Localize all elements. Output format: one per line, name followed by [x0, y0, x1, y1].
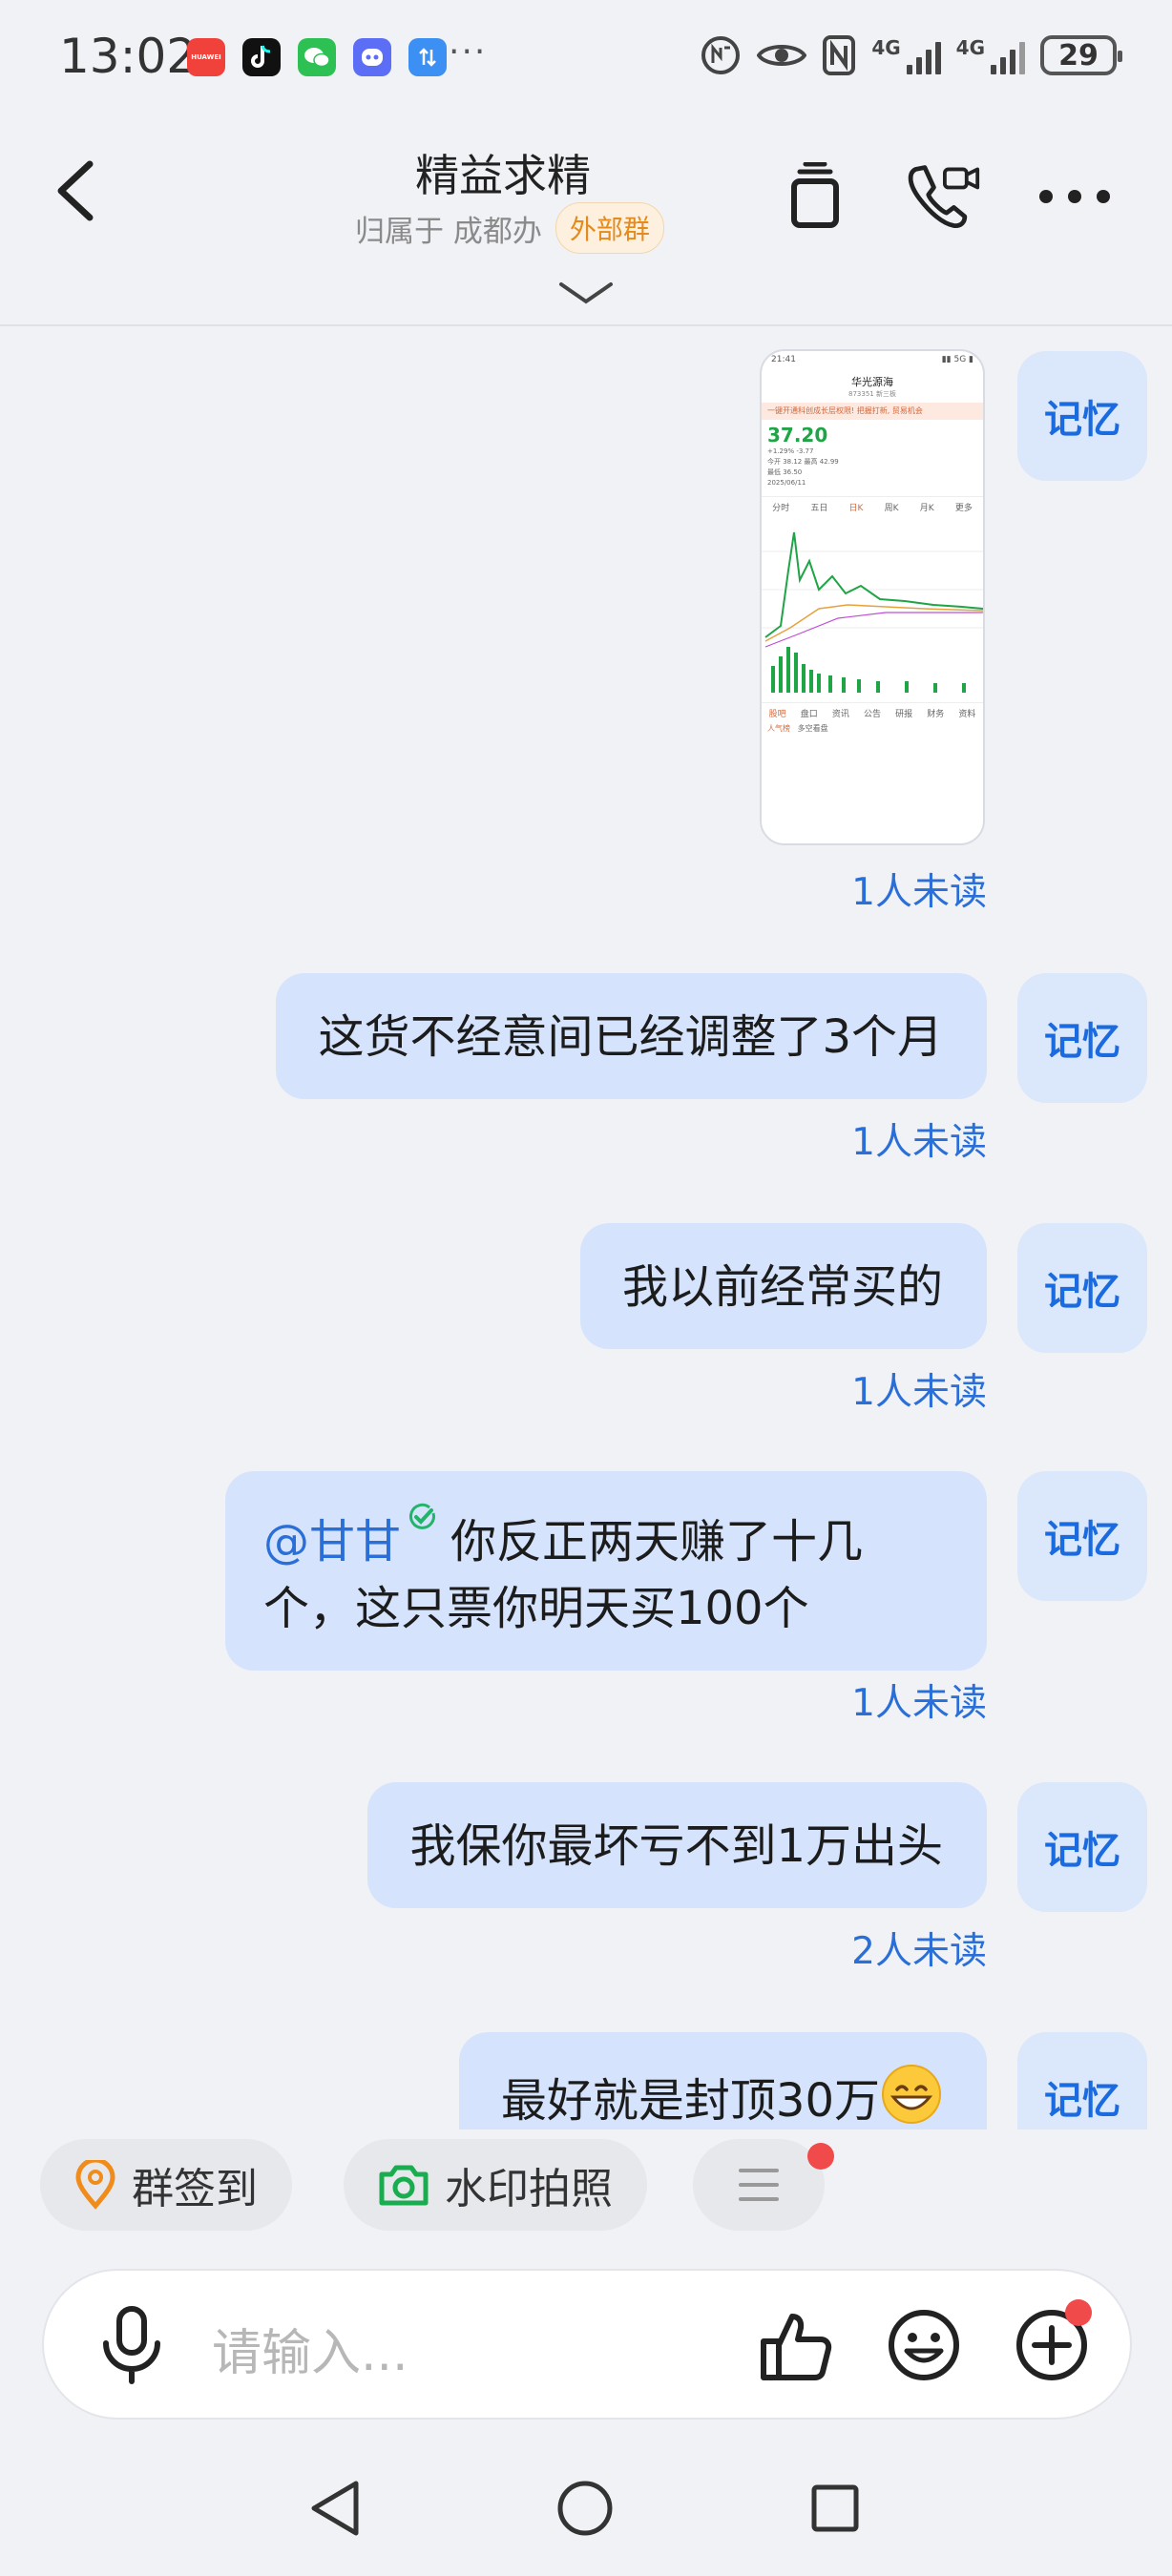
- read-status[interactable]: 1人未读: [851, 862, 987, 916]
- sender-avatar[interactable]: 记忆: [1017, 1471, 1147, 1601]
- thumb-stock-code: 873351 新三板: [848, 390, 896, 398]
- huawei-app-icon: HUAWEI: [187, 38, 225, 76]
- status-bar: 13:02 HUAWEI ··· 4G 4G 29: [0, 0, 1172, 114]
- microphone-icon: [103, 2306, 160, 2384]
- text-message[interactable]: 我保你最坏亏不到1万出头: [367, 1782, 987, 1908]
- thumb-price: 37.20: [767, 424, 828, 447]
- eye-icon: [757, 45, 807, 66]
- sender-avatar[interactable]: 记忆: [1017, 1223, 1147, 1353]
- status-time: 13:02: [59, 29, 198, 84]
- nav-back-button[interactable]: [292, 2465, 378, 2551]
- group-info[interactable]: 归属于 成都办 外部群: [355, 202, 664, 254]
- group-checkin-button[interactable]: 群签到: [40, 2139, 292, 2231]
- message-list[interactable]: 21:41 ▮▮ 5G ▮ 华光源海 873351 新三板 一键开通科创成长层权限…: [0, 328, 1172, 2129]
- square-recents-icon: [811, 2484, 859, 2532]
- camera-icon: [379, 2165, 429, 2206]
- composer: 请输入...: [42, 2269, 1132, 2420]
- notification-badge: [807, 2143, 834, 2170]
- more-dots-icon: [1039, 190, 1110, 203]
- read-status[interactable]: 1人未读: [851, 1362, 987, 1416]
- bot-icon: [353, 38, 391, 76]
- thumb-kline-chart: [762, 513, 983, 695]
- image-message[interactable]: 21:41 ▮▮ 5G ▮ 华光源海 873351 新三板 一键开通科创成长层权限…: [760, 349, 985, 845]
- sender-avatar[interactable]: 记忆: [1017, 2032, 1147, 2129]
- voice-button[interactable]: [84, 2297, 179, 2393]
- sender-avatar[interactable]: 记忆: [1017, 973, 1147, 1103]
- sender-avatar[interactable]: 记忆: [1017, 1782, 1147, 1912]
- verified-check-icon: [409, 1503, 435, 1529]
- thumb-low: 最低 36.50: [767, 468, 803, 476]
- group-owner: 归属于 成都办: [355, 214, 542, 249]
- read-status[interactable]: 1人未读: [851, 1112, 987, 1166]
- phone-video-icon: [908, 165, 980, 228]
- circle-home-icon: [557, 2481, 613, 2536]
- quick-actions-bar: 群签到 水印拍照: [0, 2129, 1172, 2244]
- signal-icon-2: 4G: [956, 36, 1025, 74]
- n-icon: [823, 35, 856, 75]
- text-message[interactable]: 最好就是封顶30万: [458, 2032, 987, 2129]
- thumb-date: 2025/06/11: [767, 479, 806, 487]
- thumb-change: +1.29% -3.77: [767, 447, 814, 455]
- thumb-stock-name: 华光源海: [851, 376, 893, 388]
- smile-icon: [889, 2310, 959, 2380]
- thumb-chart-tabs: 分时 五日 日K 周K 月K 更多: [762, 496, 983, 513]
- chevron-down-icon[interactable]: [557, 279, 615, 307]
- message-input[interactable]: 请输入...: [212, 2313, 408, 2384]
- read-status[interactable]: 1人未读: [851, 1673, 987, 1727]
- chat-title[interactable]: 精益求精: [0, 141, 1006, 204]
- more-notifications: ···: [449, 32, 488, 72]
- thumb-banner: 一键开通科创成长层权限! 把握打新, 贸易机会: [762, 403, 983, 420]
- status-right: 4G 4G 29: [700, 34, 1122, 76]
- transfer-icon: [408, 38, 447, 76]
- location-pin-icon: [75, 2160, 115, 2210]
- menu-icon: [739, 2169, 779, 2201]
- nfc-icon: [701, 36, 741, 74]
- mention-link[interactable]: @甘甘: [263, 1515, 401, 1568]
- watermark-camera-button[interactable]: 水印拍照: [344, 2139, 647, 2231]
- thumb-bottom-tabs: 股吧 盘口 资讯 公告 研报 财务 资料: [762, 702, 983, 719]
- like-button[interactable]: [748, 2297, 844, 2393]
- text-message[interactable]: 这货不经意间已经调整了3个月: [276, 973, 987, 1099]
- emoji-button[interactable]: [876, 2297, 972, 2393]
- notification-icons: HUAWEI: [187, 38, 447, 76]
- nav-home-button[interactable]: [542, 2465, 628, 2551]
- thumb-quote-row: 今开 38.12 最高 42.99: [767, 458, 839, 466]
- stack-icon: [791, 162, 839, 228]
- signal-icon-1: 4G: [871, 36, 941, 74]
- call-button[interactable]: [905, 158, 981, 235]
- tiktok-icon: [242, 38, 281, 76]
- wechat-icon: [298, 38, 336, 76]
- more-options-button[interactable]: [1036, 158, 1113, 235]
- mention-message[interactable]: @甘甘 你反正两天赚了十几 个，这只票你明天买100个: [224, 1471, 987, 1671]
- system-nav-bar: [0, 2442, 1172, 2576]
- external-group-badge: 外部群: [555, 202, 664, 254]
- triangle-back-icon: [311, 2481, 359, 2536]
- more-tools-button[interactable]: [693, 2139, 825, 2231]
- grinning-face-emoji: [882, 2065, 941, 2124]
- read-status[interactable]: 2人未读: [851, 1922, 987, 1975]
- chat-header: 精益求精 归属于 成都办 外部群: [0, 114, 1172, 326]
- text-message[interactable]: 我以前经常买的: [579, 1223, 987, 1349]
- thumbs-up-icon: [761, 2314, 832, 2380]
- sender-avatar[interactable]: 记忆: [1017, 351, 1147, 481]
- battery-icon: 29: [1040, 35, 1122, 75]
- attach-badge: [1065, 2299, 1092, 2326]
- tasks-button[interactable]: [777, 158, 853, 235]
- nav-recents-button[interactable]: [792, 2465, 878, 2551]
